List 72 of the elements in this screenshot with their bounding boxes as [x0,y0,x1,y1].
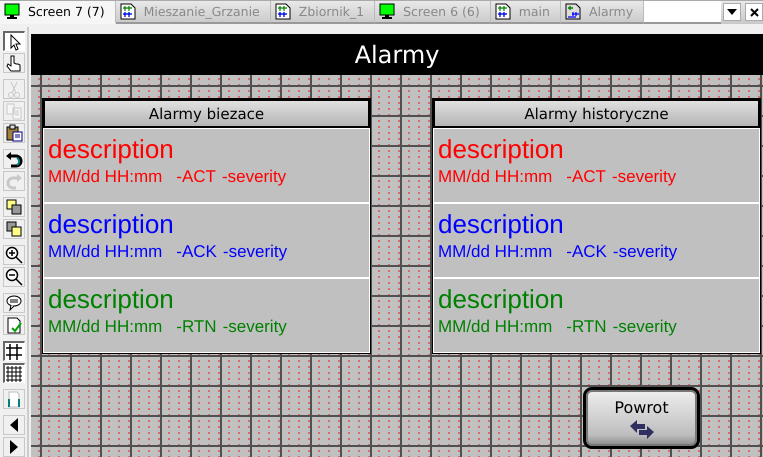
send-back-icon [4,220,22,238]
alarm-time: MM/dd HH:mm [48,317,162,337]
toolbar-button[interactable] [2,219,24,239]
alarm-description: description [48,208,175,240]
alarm-description: description [438,208,565,240]
toolbar-button[interactable] [2,245,24,265]
toolbar-button[interactable] [2,437,24,457]
alarm-state: -RTN [566,317,607,337]
dropdown-button[interactable] [723,3,741,21]
alarm-time: MM/dd HH:mm [48,242,162,262]
toolbar-button[interactable] [2,197,24,217]
monitor-icon [4,3,20,20]
checked-document-icon [4,316,22,334]
alarm-severity: -severity [222,317,287,337]
back-button[interactable]: Powrot [583,387,700,449]
tab[interactable]: Mieszanie_Grzanie [116,1,271,24]
alarm-severity: -severity [222,242,288,262]
ladder-diagram-icon [494,3,511,20]
panel-header: Alarmy biezace [43,99,370,128]
alarm-state: -ACT [566,167,606,187]
toolbar-button[interactable] [2,415,24,435]
alarm-time: MM/dd HH:mm [438,317,552,337]
toolbar-button[interactable] [2,53,24,73]
redo-arrow-icon [4,172,22,190]
ladder-diagram-icon [564,3,581,20]
screen-title: Alarmy [31,34,763,75]
toolbar-button[interactable] [2,341,24,361]
alarm-description: description [438,133,565,165]
alarm-severity: -severity [612,167,676,187]
ladder-diagram-icon [120,3,136,20]
alarm-time: MM/dd HH:mm [48,167,162,187]
copy-icon [4,102,22,120]
toolbar-button[interactable] [2,31,24,51]
caret-icon [727,9,737,15]
toolbar-button[interactable] [2,293,24,313]
alarm-state: -RTN [176,317,217,337]
alarm-description: description [48,283,175,315]
monitor-icon [379,3,396,20]
speech-bubble-icon [4,294,22,312]
alarm-severity: -severity [612,242,678,262]
bring-front-icon [4,198,22,216]
panel-header: Alarmy historyczne [433,99,760,128]
grid-icon [5,342,23,360]
alarm-state: -ACT [176,167,216,187]
undo-arrow-icon [4,150,22,168]
toolbar-button[interactable] [2,123,24,143]
alarm-description: description [438,283,565,315]
zoom-in-icon [4,246,22,264]
alarm-time: MM/dd HH:mm [438,242,552,262]
alarm-severity: -severity [222,167,286,187]
grid-icon [5,364,23,382]
swap-arrows-icon [628,418,654,438]
alarm-description: description [48,133,175,165]
tab[interactable]: Zbiornik_1 [270,1,376,24]
hand-pointer-icon [4,54,22,72]
toolbar-button[interactable] [2,363,24,383]
alarm-severity: -severity [612,317,677,337]
ladder-diagram-icon [274,3,291,20]
close-button[interactable] [745,3,763,21]
tab[interactable]: Screen 6 (6) [375,1,491,24]
tab[interactable]: main [490,1,561,24]
alarm-time: MM/dd HH:mm [438,167,552,187]
alarm-state: -ACK [176,242,217,262]
tab[interactable]: Screen 7 (7) [0,1,116,24]
zoom-out-icon [4,268,22,286]
close-icon [750,8,758,16]
clipboard-icon [4,124,22,142]
alarm-state: -ACK [566,242,607,262]
toolbar-button[interactable] [2,149,24,169]
toolbar-button[interactable] [2,267,24,287]
tab[interactable]: Alarmy [560,1,644,24]
toolbar-button[interactable] [2,315,24,335]
